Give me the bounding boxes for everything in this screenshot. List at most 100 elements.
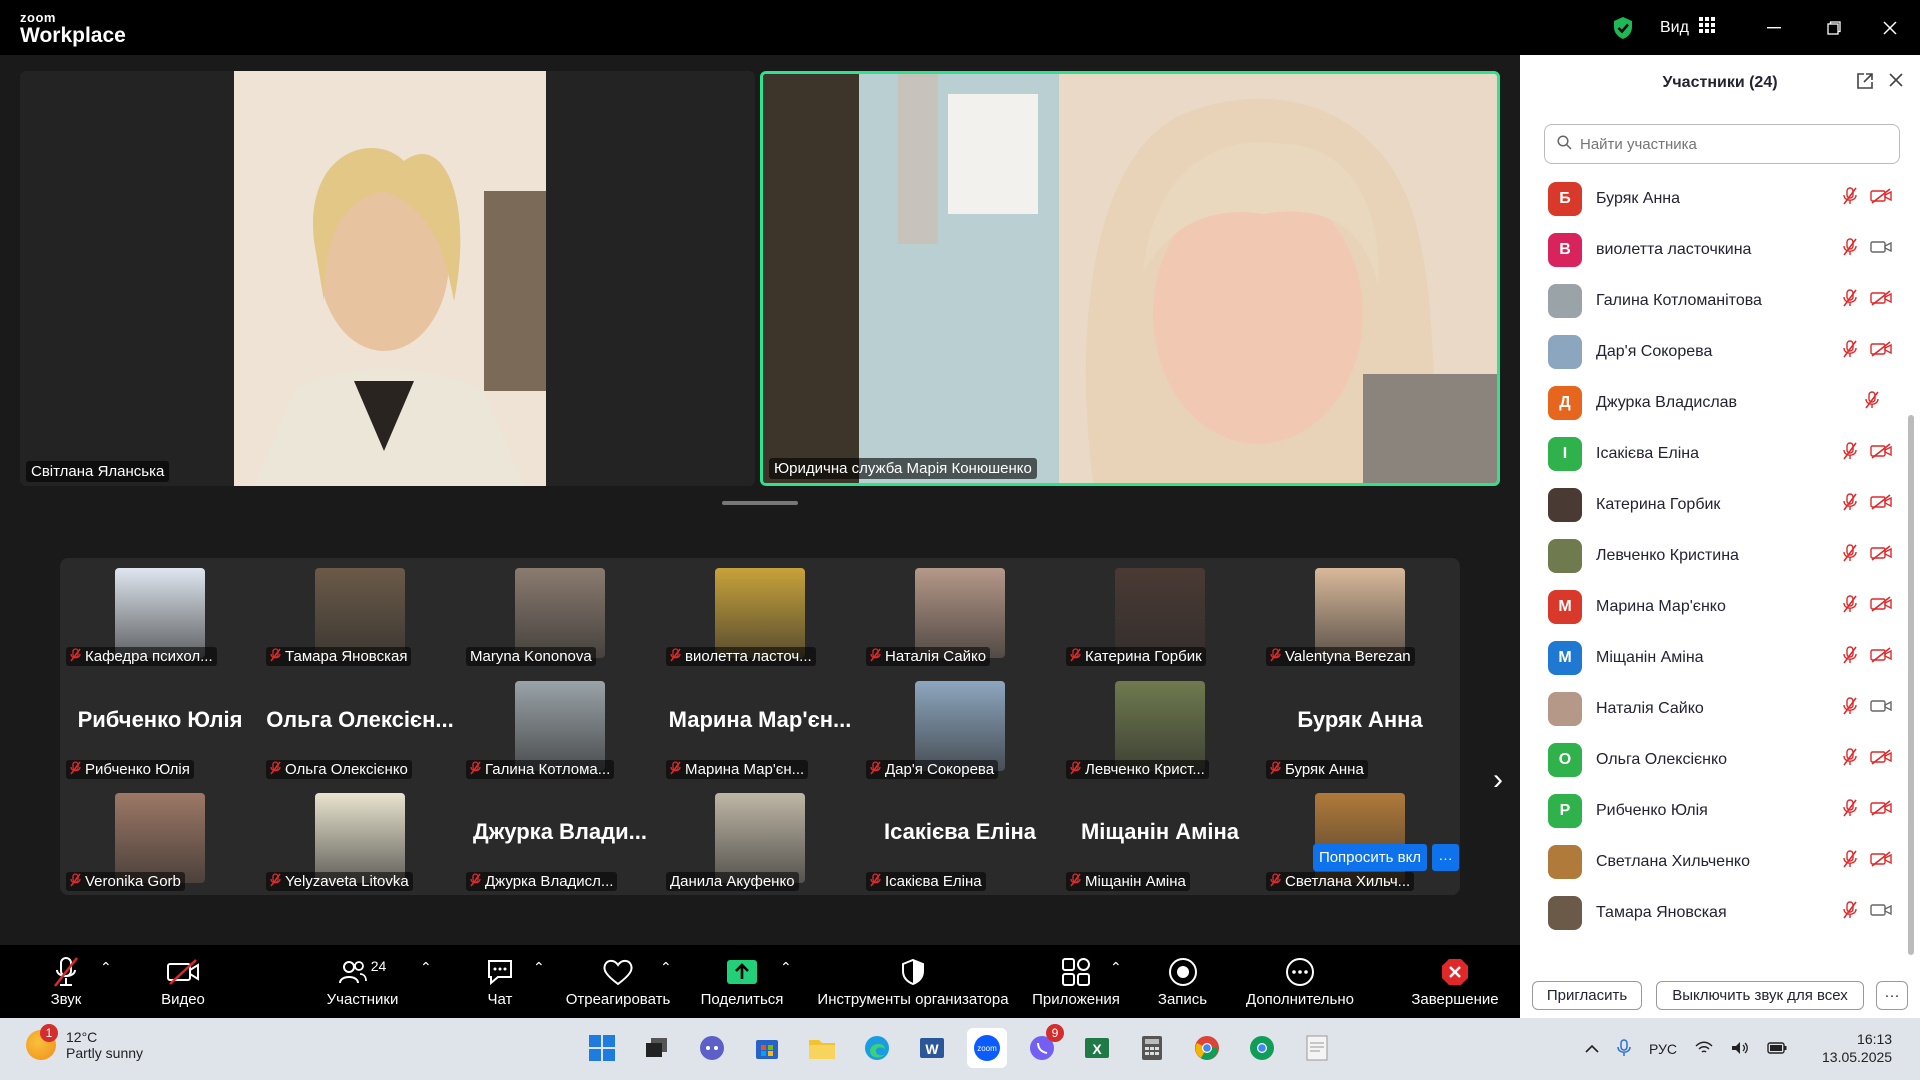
invite-button[interactable]: Пригласить (1532, 981, 1642, 1010)
resize-handle[interactable] (722, 501, 798, 505)
participant-row[interactable]: Катерина Горбик (1520, 479, 1912, 530)
participant-row[interactable]: М Міщанін Аміна (1520, 632, 1912, 683)
gallery-tile[interactable]: Светлана Хильч... (1260, 783, 1460, 895)
input-language[interactable]: РУС (1649, 1041, 1677, 1057)
system-clock[interactable]: 16:13 13.05.2025 (1822, 1030, 1892, 1066)
gallery-tile[interactable]: Міщанін Аміна Міщанін Аміна (1060, 783, 1260, 895)
gallery-tile[interactable]: Наталія Сайко (860, 558, 1060, 670)
apps-button[interactable]: Приложения (1030, 945, 1122, 1018)
participant-row[interactable]: І Ісакієва Еліна (1520, 428, 1912, 479)
gallery-tile[interactable]: Рибченко Юлія Рибченко Юлія (60, 671, 260, 783)
participant-row[interactable]: Светлана Хильченко (1520, 836, 1912, 887)
participants-options-chevron-up-icon[interactable]: ⌃ (420, 959, 432, 976)
gallery-tile[interactable]: Марина Мар'єн... Марина Мар'єн... (660, 671, 860, 783)
document-viewer-icon[interactable] (1297, 1028, 1337, 1068)
participant-row[interactable]: Наталія Сайко (1520, 683, 1912, 734)
camera-off-icon[interactable] (1870, 596, 1892, 617)
camera-off-icon[interactable] (1870, 188, 1892, 209)
mic-muted-icon[interactable] (1842, 493, 1858, 516)
host-tools-button[interactable]: Инструменты организатора (813, 945, 1013, 1018)
file-explorer-icon[interactable] (802, 1028, 842, 1068)
mic-muted-icon[interactable] (1842, 289, 1858, 312)
participant-row[interactable]: Левченко Кристина (1520, 530, 1912, 581)
camera-off-icon[interactable] (1870, 290, 1892, 311)
mic-muted-icon[interactable] (1864, 391, 1880, 414)
gallery-tile[interactable]: Ісакієва Еліна Ісакієва Еліна (860, 783, 1060, 895)
next-page-arrow-icon[interactable]: › (1480, 755, 1516, 805)
gallery-tile[interactable]: Кафедра психол... (60, 558, 260, 670)
mic-muted-icon[interactable] (1842, 238, 1858, 261)
security-shield-icon[interactable] (1612, 0, 1634, 55)
pop-out-icon[interactable] (1856, 72, 1874, 95)
gallery-tile[interactable]: Valentyna Berezan (1260, 558, 1460, 670)
volume-icon[interactable] (1731, 1041, 1749, 1058)
gallery-tile[interactable]: Veronika Gorb (60, 783, 260, 895)
excel-icon[interactable]: X (1077, 1028, 1117, 1068)
panel-scrollbar[interactable] (1908, 415, 1914, 955)
viber-icon[interactable]: 9 (1022, 1024, 1064, 1068)
camera-off-icon[interactable] (1870, 341, 1892, 362)
chrome-profile-icon[interactable] (1242, 1028, 1282, 1068)
camera-off-icon[interactable] (1870, 494, 1892, 515)
chrome-icon[interactable] (1187, 1028, 1227, 1068)
participants-button[interactable]: 24 Участники (320, 945, 405, 1018)
minimize-button[interactable] (1744, 0, 1804, 55)
participant-row[interactable]: Б Буряк Анна (1520, 173, 1912, 224)
gallery-tile[interactable]: Ольга Олексієн... Ольга Олексієнко (260, 671, 460, 783)
participant-row[interactable]: О Ольга Олексієнко (1520, 734, 1912, 785)
zoom-icon[interactable]: zoom (967, 1028, 1007, 1068)
tile-more-options-button[interactable]: ··· (1432, 844, 1459, 871)
end-meeting-button[interactable]: Завершение (1410, 945, 1500, 1018)
participant-row[interactable]: Галина Котломанітова (1520, 275, 1912, 326)
gallery-tile[interactable]: Maryna Kononova (460, 558, 660, 670)
camera-off-icon[interactable] (1870, 749, 1892, 770)
task-view-icon[interactable] (637, 1028, 677, 1068)
mic-muted-icon[interactable] (1842, 340, 1858, 363)
participant-search[interactable] (1544, 124, 1900, 164)
close-panel-icon[interactable] (1888, 72, 1904, 93)
gallery-tile[interactable]: Левченко Крист... (1060, 671, 1260, 783)
gallery-tile[interactable]: Джурка Влади... Джурка Владисл... (460, 783, 660, 895)
teams-chat-icon[interactable] (692, 1028, 732, 1068)
gallery-tile[interactable]: Катерина Горбик (1060, 558, 1260, 670)
close-window-button[interactable] (1860, 0, 1920, 55)
mic-muted-icon[interactable] (1842, 187, 1858, 210)
panel-more-button[interactable]: ··· (1876, 981, 1908, 1010)
more-button[interactable]: Дополнительно (1240, 945, 1360, 1018)
gallery-tile[interactable]: Дар'я Сокорева (860, 671, 1060, 783)
gallery-tile[interactable]: Буряк Анна Буряк Анна (1260, 671, 1460, 783)
mic-muted-icon[interactable] (1842, 595, 1858, 618)
tray-chevron-up-icon[interactable] (1585, 1041, 1599, 1057)
reactions-options-chevron-up-icon[interactable]: ⌃ (660, 959, 672, 976)
mute-all-button[interactable]: Выключить звук для всех (1656, 981, 1864, 1010)
chat-button[interactable]: Чат (480, 945, 520, 1018)
ask-to-start-video-button[interactable]: Попросить вкл (1313, 844, 1427, 871)
mic-muted-icon[interactable] (1842, 799, 1858, 822)
weather-widget[interactable]: 1 12°C Partly sunny (26, 1024, 143, 1061)
store-icon[interactable] (747, 1028, 787, 1068)
apps-options-chevron-up-icon[interactable]: ⌃ (1110, 959, 1122, 976)
gallery-tile[interactable]: Тамара Яновская (260, 558, 460, 670)
participant-row[interactable]: Тамара Яновская (1520, 887, 1912, 938)
battery-icon[interactable] (1767, 1041, 1787, 1058)
wifi-icon[interactable] (1695, 1041, 1713, 1058)
video-tile-speaker-1[interactable]: Світлана Яланська (20, 71, 755, 486)
calculator-icon[interactable] (1132, 1028, 1172, 1068)
gallery-tile[interactable]: Галина Котлома... (460, 671, 660, 783)
camera-off-icon[interactable] (1870, 443, 1892, 464)
restore-button[interactable] (1804, 0, 1864, 55)
mic-muted-icon[interactable] (1842, 697, 1858, 720)
share-screen-button[interactable]: Поделиться (697, 945, 787, 1018)
participant-row[interactable]: Д Джурка Владислав (1520, 377, 1912, 428)
camera-icon[interactable] (1870, 698, 1892, 719)
camera-off-icon[interactable] (1870, 545, 1892, 566)
audio-button[interactable]: Звук (46, 945, 86, 1018)
camera-icon[interactable] (1870, 239, 1892, 260)
participant-row[interactable]: Дар'я Сокорева (1520, 326, 1912, 377)
camera-off-icon[interactable] (1870, 800, 1892, 821)
word-icon[interactable]: W (912, 1028, 952, 1068)
search-input[interactable] (1580, 135, 1880, 153)
gallery-tile[interactable]: виолетта ласточ... (660, 558, 860, 670)
video-tile-active-speaker[interactable]: Юридична служба Марія Конюшенко (760, 71, 1500, 486)
audio-options-chevron-up-icon[interactable]: ⌃ (100, 959, 112, 976)
